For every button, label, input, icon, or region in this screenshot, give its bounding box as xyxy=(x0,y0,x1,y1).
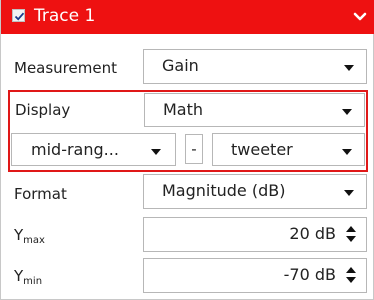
ymin-input[interactable]: -70 dB xyxy=(143,258,367,293)
math-operand-a-dropdown[interactable]: mid-rang... xyxy=(11,133,176,166)
chevron-down-icon[interactable] xyxy=(353,12,367,22)
display-dropdown[interactable]: Math xyxy=(144,93,365,127)
trace-enable-checkbox[interactable] xyxy=(12,9,25,22)
math-operator-label: - xyxy=(191,140,197,158)
math-operand-a-value: mid-rang... xyxy=(31,140,119,159)
trace-title: Trace 1 xyxy=(34,6,96,26)
ymax-input[interactable]: 20 dB xyxy=(143,217,367,252)
math-operator-button[interactable]: - xyxy=(185,134,203,164)
ymax-label: Ymax xyxy=(14,226,45,250)
ymin-label: Ymin xyxy=(14,267,42,291)
ymax-value: 20 dB xyxy=(289,224,336,243)
measurement-label: Measurement xyxy=(14,59,117,77)
caret-down-icon xyxy=(342,109,352,115)
display-label: Display xyxy=(15,101,71,119)
trace-header[interactable]: Trace 1 xyxy=(1,0,374,34)
ymin-label-main: Y xyxy=(14,267,24,285)
spin-down-icon[interactable] xyxy=(346,277,356,283)
ymin-value: -70 dB xyxy=(283,265,336,284)
caret-down-icon xyxy=(344,190,354,196)
caret-down-icon xyxy=(151,149,161,155)
measurement-value: Gain xyxy=(162,56,199,75)
ymax-label-sub: max xyxy=(23,235,45,246)
trace-panel: Trace 1 Measurement Gain Display Math mi… xyxy=(0,0,374,300)
spinner-icon[interactable] xyxy=(346,267,356,285)
format-dropdown[interactable]: Magnitude (dB) xyxy=(143,174,367,209)
format-label: Format xyxy=(14,185,67,203)
ymax-label-main: Y xyxy=(14,226,24,244)
ymin-label-sub: min xyxy=(23,276,43,287)
math-operand-b-value: tweeter xyxy=(231,140,293,159)
spin-up-icon[interactable] xyxy=(346,226,356,232)
caret-down-icon xyxy=(342,149,352,155)
format-value: Magnitude (dB) xyxy=(162,181,286,200)
measurement-dropdown[interactable]: Gain xyxy=(143,49,367,84)
check-icon xyxy=(14,12,25,21)
spin-down-icon[interactable] xyxy=(346,236,356,242)
display-value: Math xyxy=(163,100,204,119)
caret-down-icon xyxy=(344,65,354,71)
math-operand-b-dropdown[interactable]: tweeter xyxy=(212,133,365,166)
spin-up-icon[interactable] xyxy=(346,267,356,273)
spinner-icon[interactable] xyxy=(346,226,356,244)
